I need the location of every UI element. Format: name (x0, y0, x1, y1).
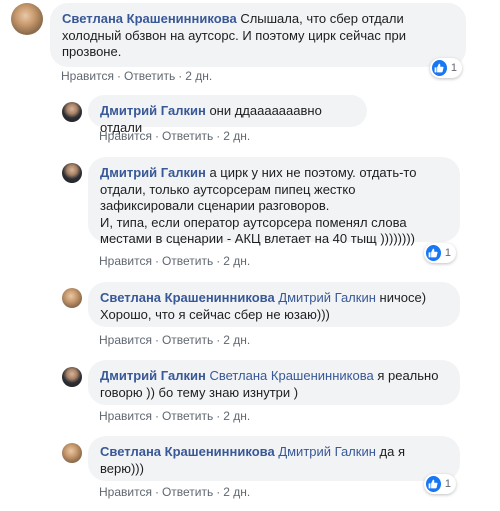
timestamp[interactable]: 2 дн. (223, 129, 250, 143)
comment-mention[interactable]: Дмитрий Галкин (278, 290, 376, 305)
avatar[interactable] (62, 163, 82, 183)
timestamp[interactable]: 2 дн. (223, 254, 250, 268)
comment-mention[interactable]: Дмитрий Галкин (278, 444, 376, 459)
comment-actions: Нравится · Ответить · 2 дн. (99, 485, 251, 499)
reply-link[interactable]: Ответить (162, 485, 213, 499)
reply-link[interactable]: Ответить (124, 69, 175, 83)
reaction-number: 1 (450, 62, 457, 74)
comment-actions: Нравится · Ответить · 2 дн. (99, 333, 251, 347)
comment-actions: Нравится · Ответить · 2 дн. (61, 69, 213, 83)
comment-mention[interactable]: Светлана Крашенинникова (209, 368, 373, 383)
like-link[interactable]: Нравится (99, 333, 152, 347)
comment-author[interactable]: Дмитрий Галкин (100, 103, 206, 118)
comment-author[interactable]: Светлана Крашенинникова (100, 444, 275, 459)
timestamp[interactable]: 2 дн. (223, 333, 250, 347)
avatar[interactable] (62, 367, 82, 387)
timestamp[interactable]: 2 дн. (185, 69, 212, 83)
comment-author[interactable]: Дмитрий Галкин (100, 165, 206, 180)
comment-author[interactable]: Дмитрий Галкин (100, 368, 206, 383)
comment-author[interactable]: Светлана Крашенинникова (62, 11, 237, 26)
comment-bubble: Дмитрий Галкин а цирк у них не поэтому. … (88, 157, 460, 246)
reply-link[interactable]: Ответить (162, 129, 213, 143)
avatar[interactable] (62, 288, 82, 308)
like-link[interactable]: Нравится (99, 485, 152, 499)
comment-bubble: Дмитрий Галкин они ддааааааавно отдали (88, 95, 367, 135)
thumbs-up-icon (426, 476, 441, 492)
comment-author[interactable]: Светлана Крашенинникова (100, 290, 275, 305)
comment-actions: Нравится · Ответить · 2 дн. (99, 129, 251, 143)
comment-actions: Нравится · Ответить · 2 дн. (99, 254, 251, 268)
comment-bubble: Светлана Крашенинникова Дмитрий Галкин н… (88, 282, 460, 327)
comment-actions: Нравится · Ответить · 2 дн. (99, 409, 251, 423)
reaction-number: 1 (444, 478, 451, 490)
reaction-count[interactable]: 1 (424, 243, 456, 263)
comment-bubble: Дмитрий Галкин Светлана Крашенинникова я… (88, 360, 460, 405)
avatar[interactable] (11, 3, 43, 35)
reply-link[interactable]: Ответить (162, 409, 213, 423)
like-link[interactable]: Нравится (99, 409, 152, 423)
reaction-count[interactable]: 1 (430, 58, 462, 78)
comment-text-paragraph-2: И, типа, если оператор аутсорсера поменя… (100, 214, 415, 247)
comment-bubble: Светлана Крашенинникова Слышала, что сбе… (50, 3, 466, 67)
thumbs-up-icon (426, 245, 441, 261)
reply-link[interactable]: Ответить (162, 254, 213, 268)
timestamp[interactable]: 2 дн. (223, 485, 250, 499)
reaction-count[interactable]: 1 (424, 474, 456, 494)
like-link[interactable]: Нравится (99, 129, 152, 143)
reply-link[interactable]: Ответить (162, 333, 213, 347)
timestamp[interactable]: 2 дн. (223, 409, 250, 423)
comment-bubble: Светлана Крашенинникова Дмитрий Галкин д… (88, 436, 460, 481)
like-link[interactable]: Нравится (99, 254, 152, 268)
avatar[interactable] (62, 443, 82, 463)
avatar[interactable] (62, 102, 82, 122)
reaction-number: 1 (444, 247, 451, 259)
like-link[interactable]: Нравится (61, 69, 114, 83)
thumbs-up-icon (432, 60, 447, 76)
